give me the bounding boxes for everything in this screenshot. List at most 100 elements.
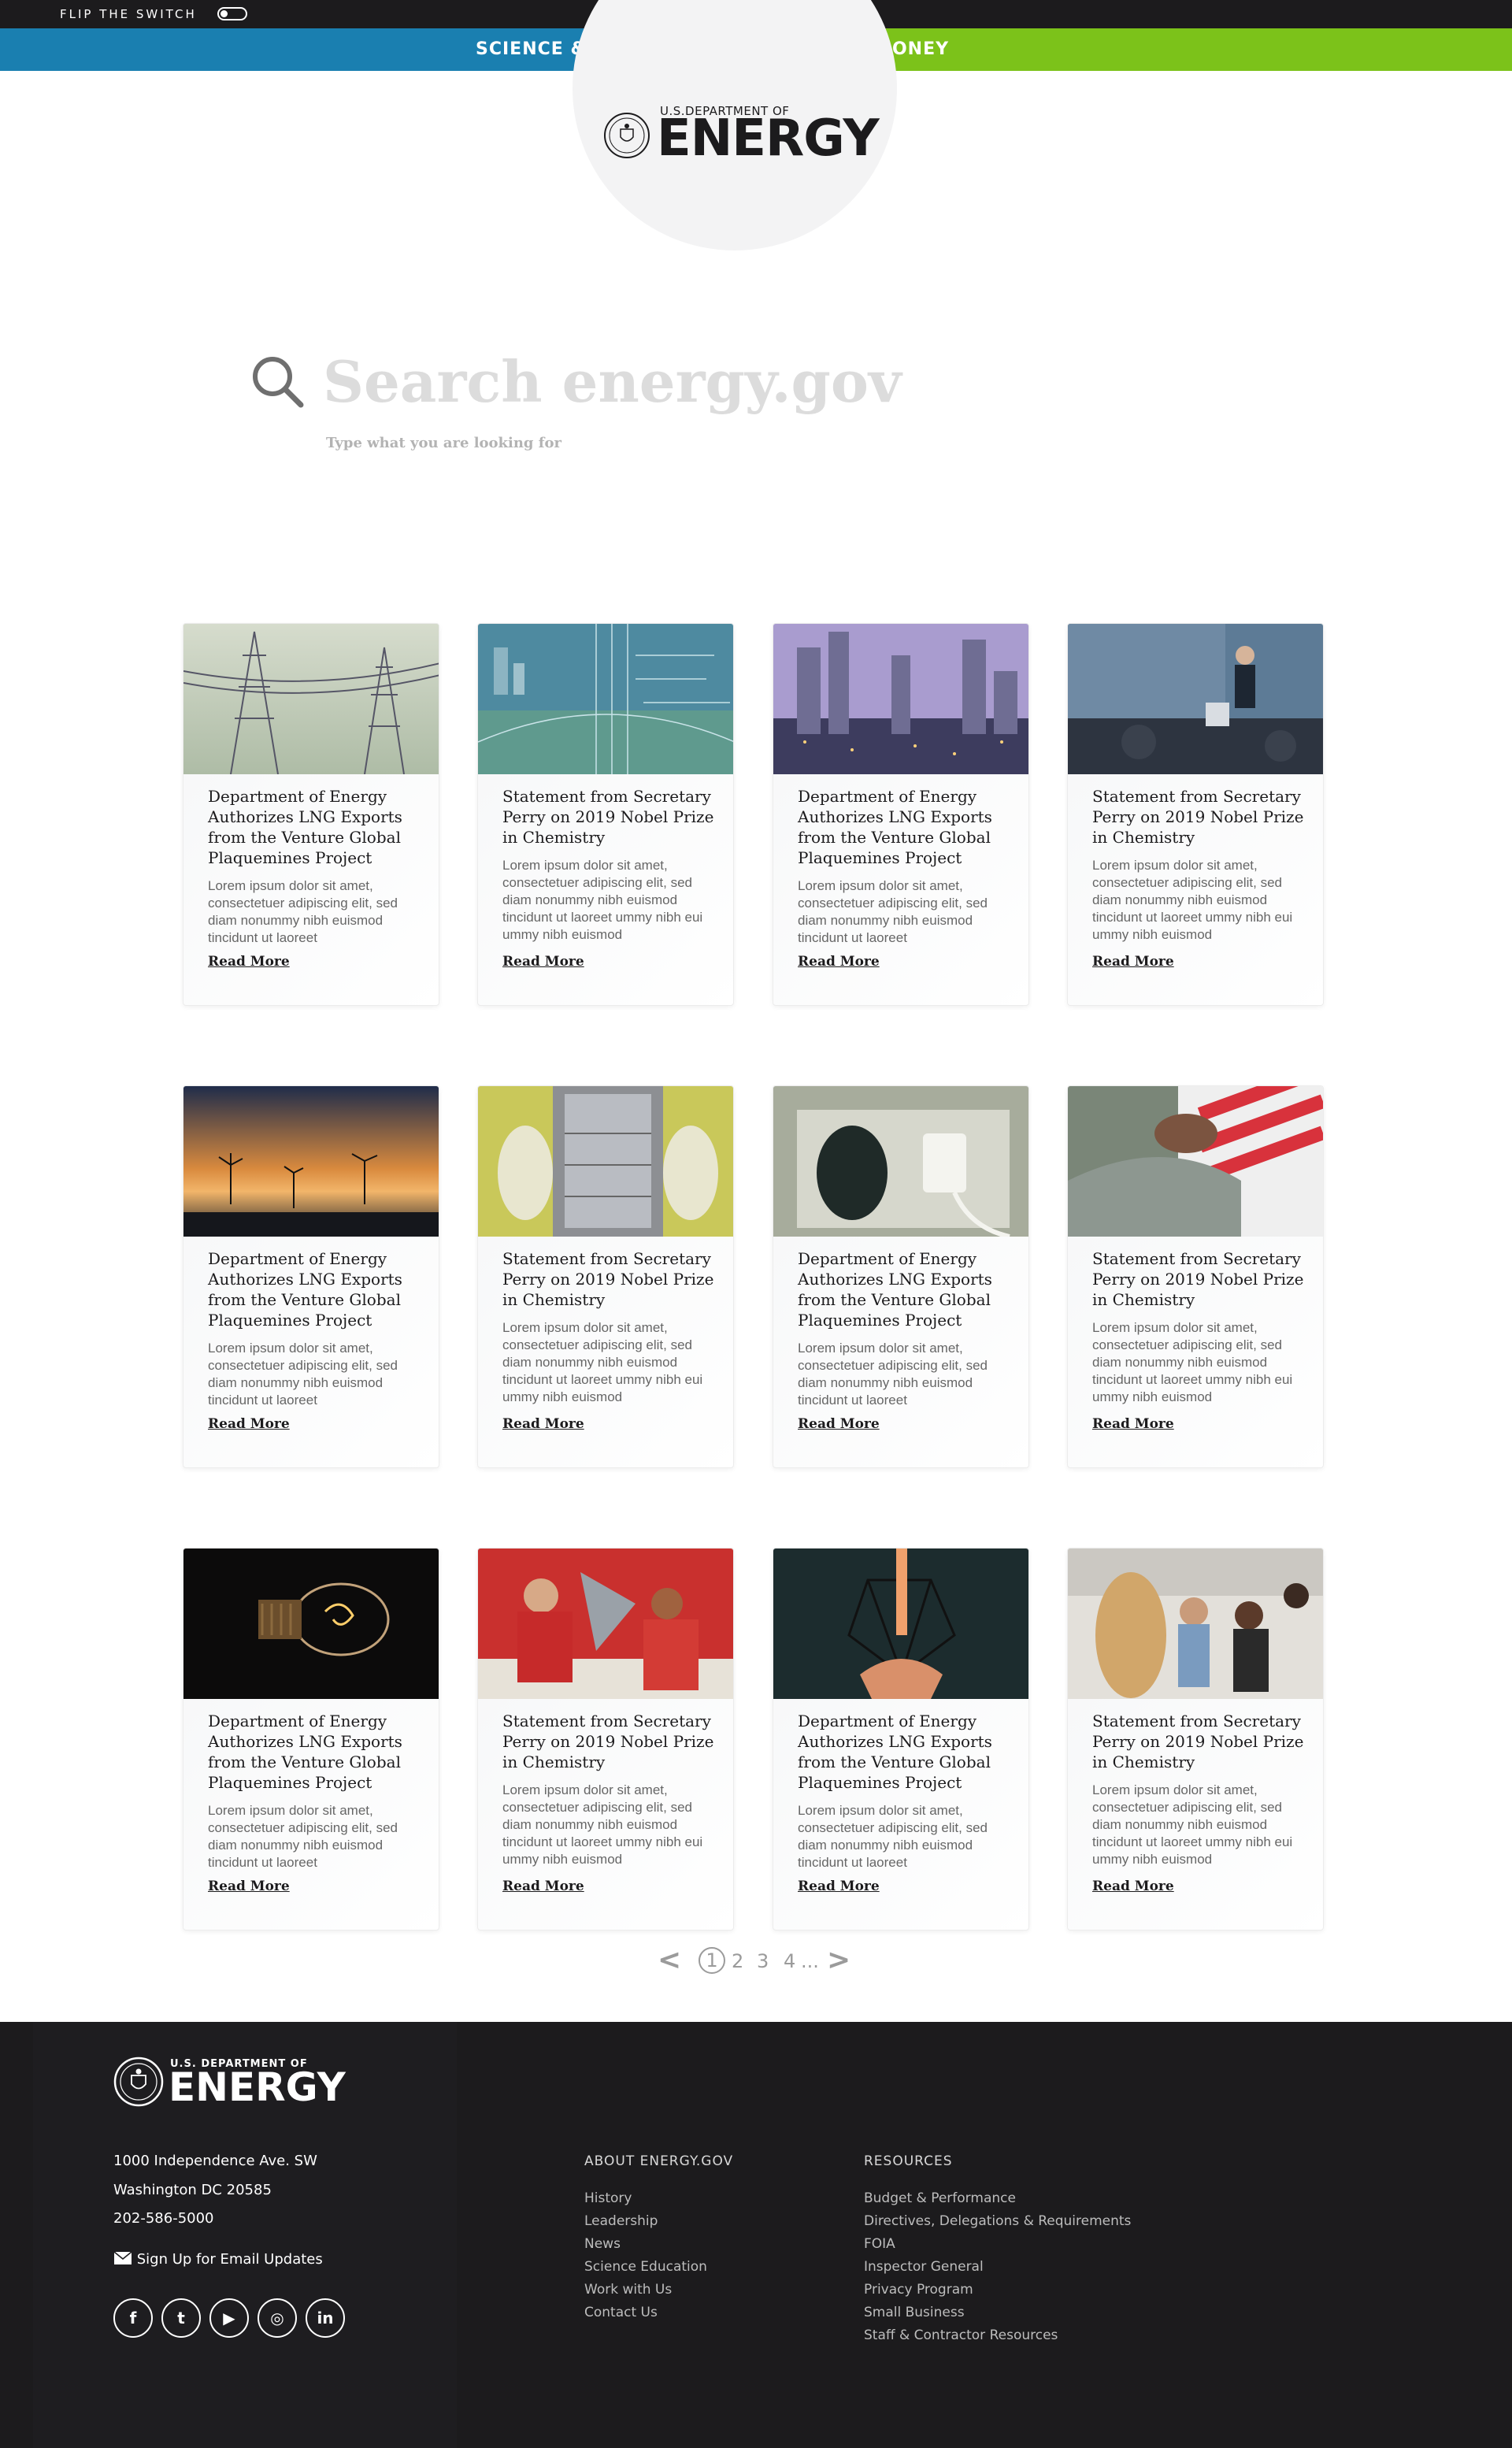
card-title[interactable]: Department of Energy Authorizes LNG Expo… <box>798 1248 1010 1330</box>
news-card[interactable]: Department of Energy Authorizes LNG Expo… <box>773 623 1029 1006</box>
circuit-city-image[interactable] <box>478 624 734 774</box>
news-card[interactable]: Department of Energy Authorizes LNG Expo… <box>183 1548 439 1931</box>
footer-logo-wordmark: ENERGY <box>169 2064 346 2110</box>
read-more-link[interactable]: Read More <box>502 954 584 970</box>
card-title[interactable]: Department of Energy Authorizes LNG Expo… <box>798 786 1010 868</box>
doe-logo[interactable]: U.S.DEPARTMENT OF ENERGY <box>603 102 887 165</box>
footer-about-link[interactable]: News <box>584 2236 621 2252</box>
read-more-link[interactable]: Read More <box>1092 954 1174 970</box>
news-card[interactable]: Statement from Secretary Perry on 2019 N… <box>477 623 734 1006</box>
flip-switch-label: FLIP THE SWITCH <box>60 7 197 21</box>
footer-about-link[interactable]: History <box>584 2190 632 2206</box>
news-card[interactable]: Department of Energy Authorizes LNG Expo… <box>183 623 439 1006</box>
card-summary: Lorem ipsum dolor sit amet, consectetuer… <box>208 1803 398 1870</box>
email-signup-label: Sign Up for Email Updates <box>136 2251 323 2268</box>
card-title[interactable]: Department of Energy Authorizes LNG Expo… <box>208 1711 421 1793</box>
pendant-lamp-image[interactable] <box>773 1549 1029 1699</box>
envelope-icon <box>113 2251 132 2264</box>
lab-equipment-image[interactable] <box>478 1086 734 1237</box>
news-card[interactable]: Department of Energy Authorizes LNG Expo… <box>183 1085 439 1468</box>
card-summary: Lorem ipsum dolor sit amet, consectetuer… <box>1092 858 1293 942</box>
read-more-link[interactable]: Read More <box>1092 1879 1174 1894</box>
read-more-link[interactable]: Read More <box>798 954 880 970</box>
light-bulb-image[interactable] <box>183 1549 439 1699</box>
search-hint: Type what you are looking for <box>326 435 562 451</box>
read-more-link[interactable]: Read More <box>798 1416 880 1432</box>
pagination-ellipsis: ... <box>801 1950 819 1972</box>
page-1-button[interactable]: 1 <box>699 1947 725 1974</box>
card-title[interactable]: Statement from Secretary Perry on 2019 N… <box>1092 1711 1305 1772</box>
read-more-link[interactable]: Read More <box>502 1879 584 1894</box>
card-summary: Lorem ipsum dolor sit amet, consectetuer… <box>798 1341 988 1408</box>
news-card[interactable]: Statement from Secretary Perry on 2019 N… <box>1067 623 1324 1006</box>
page-2-button[interactable]: 2 <box>732 1950 743 1972</box>
card-summary: Lorem ipsum dolor sit amet, consectetuer… <box>502 858 703 942</box>
facebook-icon[interactable]: f <box>113 2298 153 2338</box>
about-heading: ABOUT ENERGY.GOV <box>584 2153 734 2169</box>
card-title[interactable]: Statement from Secretary Perry on 2019 N… <box>502 1711 715 1772</box>
card-summary: Lorem ipsum dolor sit amet, consectetuer… <box>208 878 398 945</box>
flip-switch-toggle[interactable] <box>217 7 247 20</box>
card-summary: Lorem ipsum dolor sit amet, consectetuer… <box>798 878 988 945</box>
footer-about-link[interactable]: Work with Us <box>584 2282 672 2298</box>
card-title[interactable]: Statement from Secretary Perry on 2019 N… <box>502 786 715 848</box>
search-icon[interactable] <box>250 354 306 410</box>
salute-flag-image[interactable] <box>1068 1086 1324 1237</box>
read-more-link[interactable]: Read More <box>502 1416 584 1432</box>
footer-resources-link[interactable]: Budget & Performance <box>864 2190 1016 2206</box>
card-title[interactable]: Statement from Secretary Perry on 2019 N… <box>1092 786 1305 848</box>
wind-turbines-sunset-image[interactable] <box>183 1086 439 1237</box>
logo-wordmark: ENERGY <box>657 109 880 168</box>
card-title[interactable]: Department of Energy Authorizes LNG Expo… <box>208 1248 421 1330</box>
next-page-button[interactable]: > <box>827 1944 850 1976</box>
read-more-link[interactable]: Read More <box>798 1879 880 1894</box>
youtube-icon[interactable]: ▶ <box>209 2298 249 2338</box>
footer-resources-link[interactable]: Inspector General <box>864 2259 984 2275</box>
card-summary: Lorem ipsum dolor sit amet, consectetuer… <box>1092 1320 1293 1404</box>
footer-about-link[interactable]: Science Education <box>584 2259 707 2275</box>
prev-page-button[interactable]: < <box>658 1944 681 1976</box>
students-robot-image[interactable] <box>478 1549 734 1699</box>
news-card[interactable]: Department of Energy Authorizes LNG Expo… <box>773 1085 1029 1468</box>
read-more-link[interactable]: Read More <box>208 1879 290 1894</box>
wall-outlet-image[interactable] <box>773 1086 1029 1237</box>
footer-resources-link[interactable]: Staff & Contractor Resources <box>864 2327 1058 2343</box>
twitter-icon[interactable]: t <box>161 2298 201 2338</box>
footer-resources-link[interactable]: Privacy Program <box>864 2282 973 2298</box>
footer-about-link[interactable]: Contact Us <box>584 2305 658 2320</box>
footer-logo[interactable]: U.S. DEPARTMENT OF ENERGY <box>113 2053 346 2110</box>
news-card[interactable]: Statement from Secretary Perry on 2019 N… <box>1067 1548 1324 1931</box>
footer-resources-link[interactable]: Small Business <box>864 2305 965 2320</box>
read-more-link[interactable]: Read More <box>208 954 290 970</box>
doe-seal-icon <box>604 113 650 158</box>
card-summary: Lorem ipsum dolor sit amet, consectetuer… <box>1092 1782 1293 1867</box>
speaker-podium-image[interactable] <box>1068 624 1324 774</box>
page-3-button[interactable]: 3 <box>757 1950 769 1972</box>
card-title[interactable]: Statement from Secretary Perry on 2019 N… <box>502 1248 715 1310</box>
resources-heading: RESOURCES <box>864 2153 953 2169</box>
card-summary: Lorem ipsum dolor sit amet, consectetuer… <box>502 1782 703 1867</box>
toggle-knob <box>220 10 228 17</box>
read-more-link[interactable]: Read More <box>1092 1416 1174 1432</box>
news-card[interactable]: Statement from Secretary Perry on 2019 N… <box>1067 1085 1324 1468</box>
page-4-button[interactable]: 4 <box>784 1950 795 1972</box>
footer-resources-link[interactable]: FOIA <box>864 2236 895 2252</box>
news-card[interactable]: Statement from Secretary Perry on 2019 N… <box>477 1548 734 1931</box>
news-card[interactable]: Department of Energy Authorizes LNG Expo… <box>773 1548 1029 1931</box>
footer-resources-link[interactable]: Directives, Delegations & Requirements <box>864 2213 1131 2229</box>
linkedin-icon[interactable]: in <box>306 2298 345 2338</box>
card-title[interactable]: Department of Energy Authorizes LNG Expo… <box>208 786 421 868</box>
read-more-link[interactable]: Read More <box>208 1416 290 1432</box>
card-title[interactable]: Statement from Secretary Perry on 2019 N… <box>1092 1248 1305 1310</box>
footer-about-link[interactable]: Leadership <box>584 2213 658 2229</box>
search-input[interactable] <box>323 342 1032 421</box>
card-title[interactable]: Department of Energy Authorizes LNG Expo… <box>798 1711 1010 1793</box>
city-dusk-image[interactable] <box>773 624 1029 774</box>
power-lines-image[interactable] <box>183 624 439 774</box>
news-card[interactable]: Statement from Secretary Perry on 2019 N… <box>477 1085 734 1468</box>
instagram-icon[interactable]: ◎ <box>258 2298 297 2338</box>
email-signup-link[interactable]: Sign Up for Email Updates <box>113 2251 323 2268</box>
pagination: < 1 2 3 4 ... > <box>658 1944 862 1983</box>
card-summary: Lorem ipsum dolor sit amet, consectetuer… <box>798 1803 988 1870</box>
classroom-image[interactable] <box>1068 1549 1324 1699</box>
